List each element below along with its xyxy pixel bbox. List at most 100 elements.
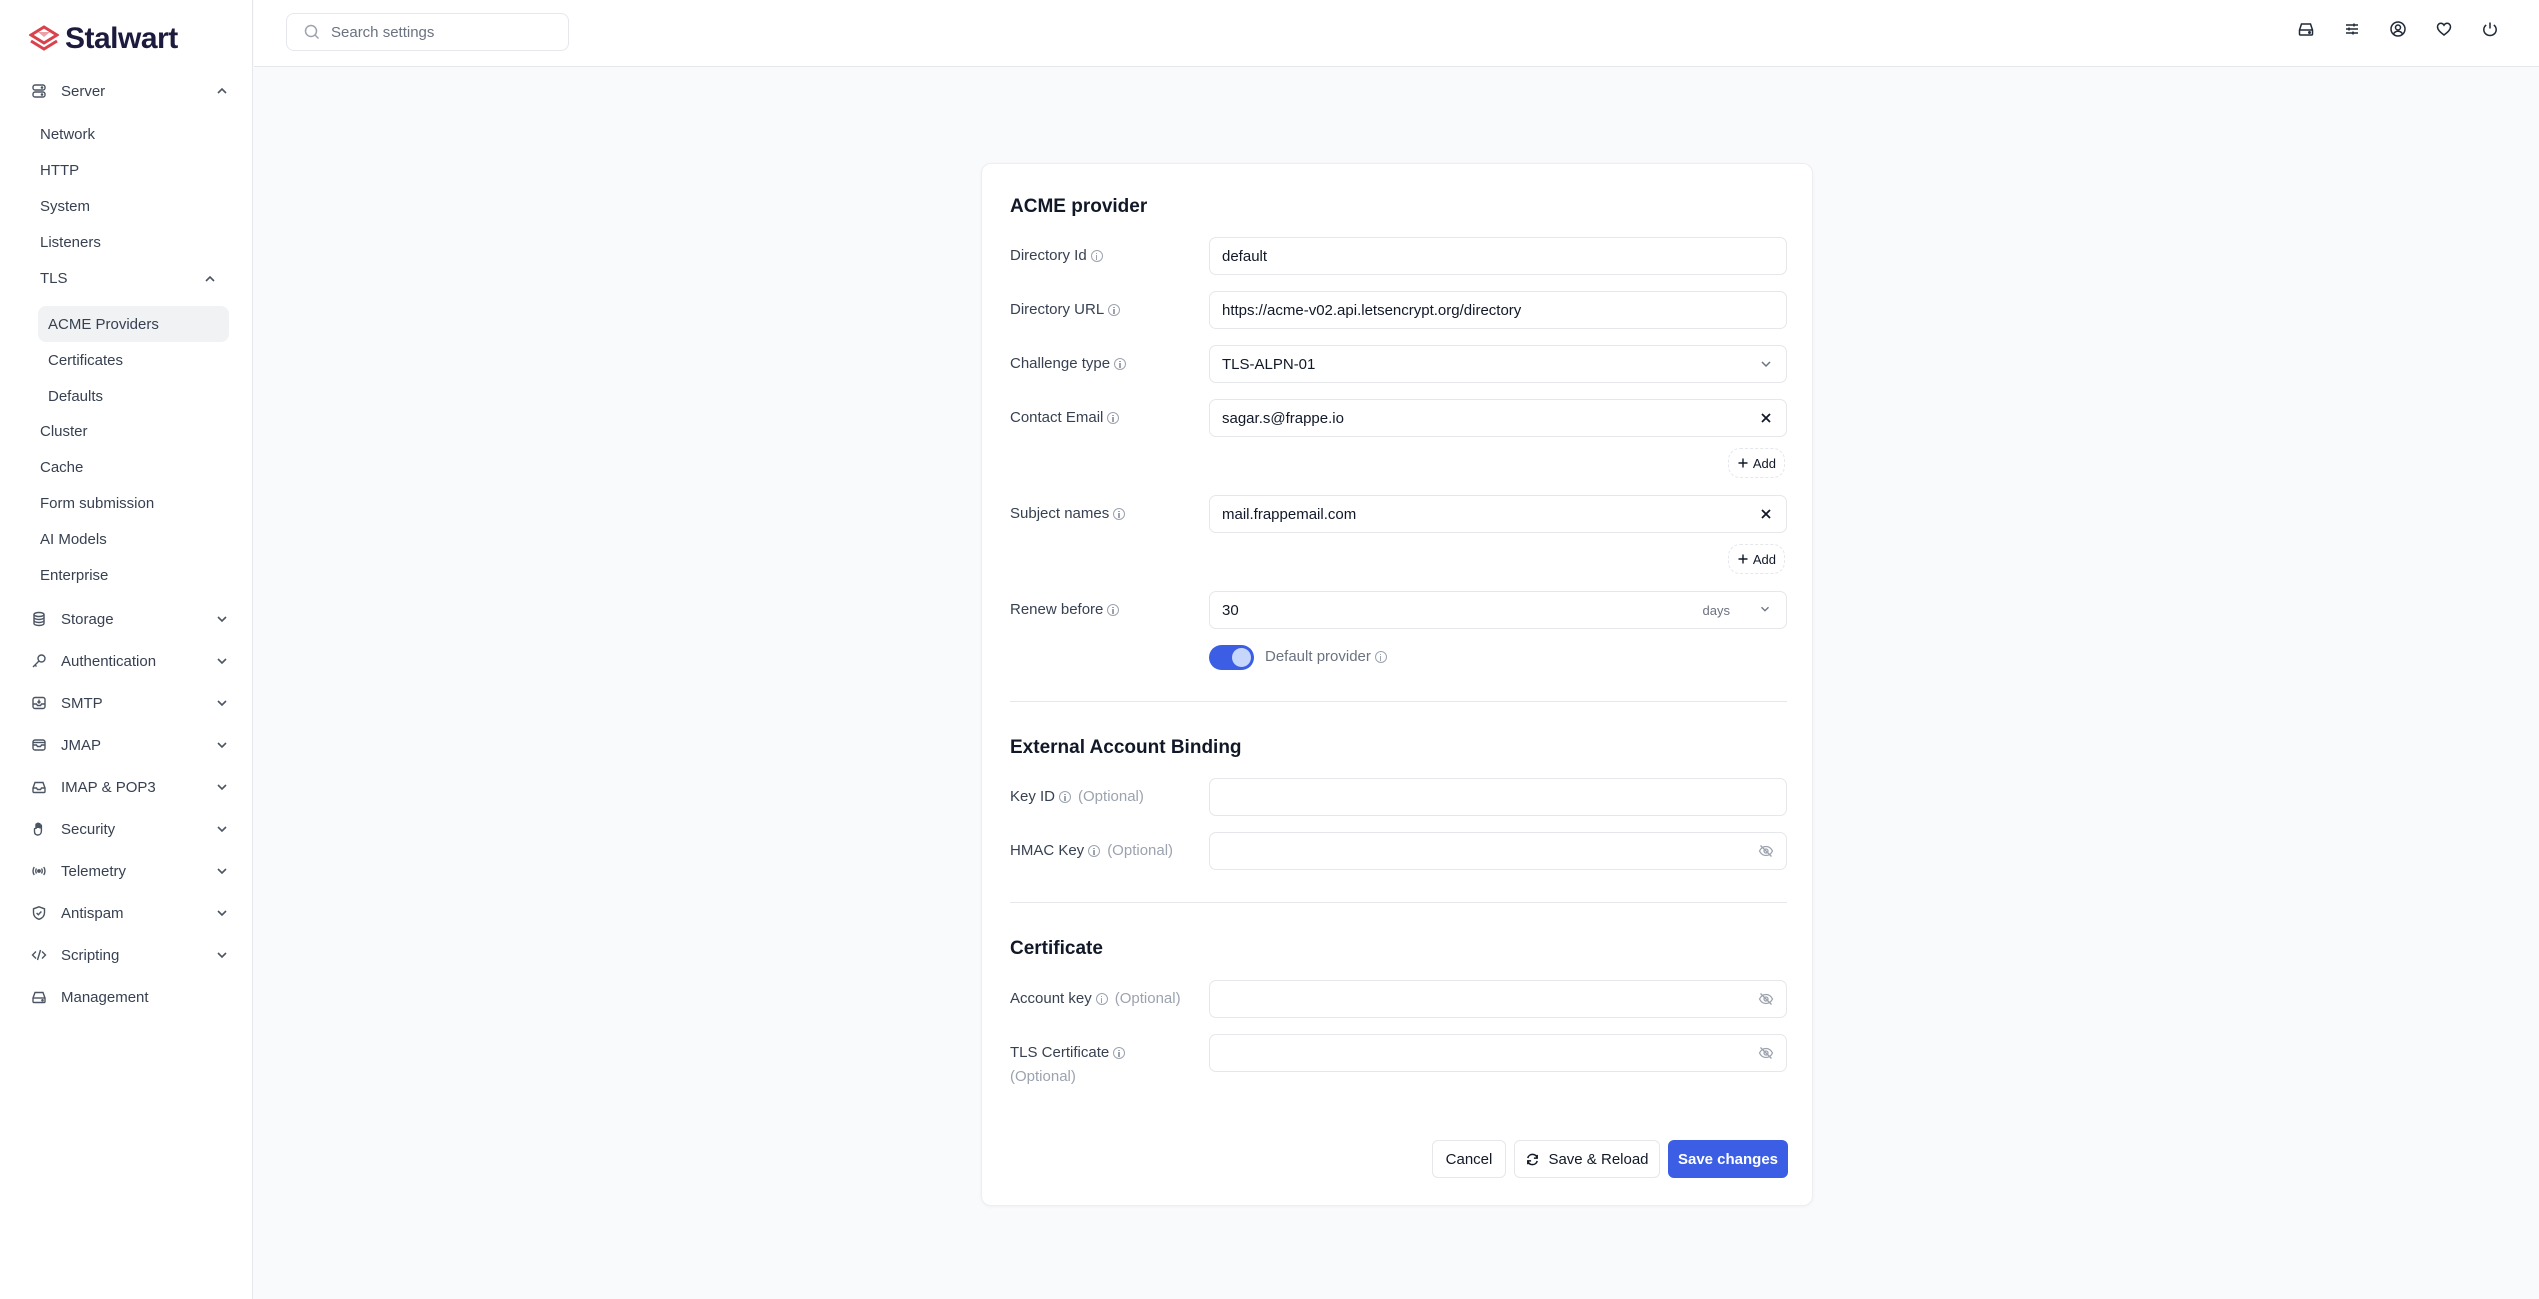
- renew-before-field[interactable]: days: [1209, 591, 1787, 629]
- header-actions: [2297, 20, 2539, 38]
- label-text: Account key: [1010, 990, 1092, 1007]
- sidebar-group-smtp[interactable]: SMTP: [30, 691, 230, 715]
- subject-names-field[interactable]: [1209, 495, 1787, 533]
- sidebar-item-cache[interactable]: Cache: [40, 459, 83, 476]
- storage-icon[interactable]: [2297, 20, 2315, 38]
- eye-off-icon[interactable]: [1758, 1045, 1774, 1061]
- account-key-input[interactable]: [1222, 990, 1750, 1008]
- hand-icon: [30, 820, 48, 838]
- sidebar: Stalwart Server Network HTTP System List…: [0, 0, 253, 1299]
- code-icon: [30, 946, 48, 964]
- logo[interactable]: Stalwart: [29, 22, 178, 56]
- directory-id-input[interactable]: [1222, 247, 1774, 265]
- add-label: Add: [1752, 551, 1776, 567]
- sidebar-item-network[interactable]: Network: [40, 126, 95, 143]
- search-box[interactable]: [286, 13, 569, 51]
- sidebar-group-authentication[interactable]: Authentication: [30, 649, 230, 673]
- sidebar-item-ai-models[interactable]: AI Models: [40, 531, 107, 548]
- server-icon: [30, 82, 48, 100]
- info-icon[interactable]: [1113, 507, 1126, 520]
- sidebar-item-listeners[interactable]: Listeners: [40, 234, 101, 251]
- sidebar-item-http[interactable]: HTTP: [40, 162, 79, 179]
- add-contact-email-button[interactable]: Add: [1727, 448, 1785, 478]
- directory-url-input[interactable]: [1222, 301, 1774, 319]
- sidebar-group-label: Management: [61, 988, 149, 1006]
- sidebar-group-scripting[interactable]: Scripting: [30, 943, 230, 967]
- label-text: Key ID: [1010, 788, 1056, 805]
- hmac-key-input[interactable]: [1222, 842, 1750, 860]
- sidebar-item-acme-providers[interactable]: ACME Providers: [38, 306, 229, 342]
- info-icon[interactable]: [1090, 249, 1103, 262]
- info-icon[interactable]: [1059, 790, 1072, 803]
- sidebar-group-imap-pop3[interactable]: IMAP & POP3: [30, 775, 230, 799]
- info-icon[interactable]: [1107, 603, 1120, 616]
- sidebar-group-telemetry[interactable]: Telemetry: [30, 859, 230, 883]
- sidebar-item-form-submission[interactable]: Form submission: [40, 495, 154, 512]
- sidebar-group-security[interactable]: Security: [30, 817, 230, 841]
- sidebar-group-label: Telemetry: [61, 862, 127, 880]
- tls-certificate-input[interactable]: [1222, 1044, 1750, 1062]
- hmac-key-field[interactable]: [1209, 832, 1787, 870]
- sidebar-item-system[interactable]: System: [40, 198, 90, 215]
- heart-icon[interactable]: [2435, 20, 2453, 38]
- eye-off-icon[interactable]: [1758, 843, 1774, 859]
- cancel-button[interactable]: Cancel: [1432, 1140, 1506, 1178]
- info-icon[interactable]: [1113, 1046, 1126, 1059]
- label-text: Contact Email: [1010, 409, 1104, 426]
- account-key-field[interactable]: [1209, 980, 1787, 1018]
- refresh-icon: [1527, 1153, 1539, 1165]
- info-icon[interactable]: [1108, 303, 1121, 316]
- info-icon[interactable]: [1114, 357, 1127, 370]
- save-changes-button[interactable]: Save changes: [1668, 1140, 1788, 1178]
- search-input[interactable]: [331, 23, 551, 41]
- subject-names-input[interactable]: [1222, 505, 1750, 523]
- label-text: Default provider: [1265, 648, 1371, 665]
- optional-tag: (Optional): [1114, 990, 1181, 1007]
- sidebar-item-defaults[interactable]: Defaults: [38, 378, 229, 414]
- drive-icon: [30, 988, 48, 1006]
- renew-unit-select[interactable]: days: [1703, 603, 1730, 618]
- save-reload-button[interactable]: Save & Reload: [1514, 1140, 1660, 1178]
- account-icon[interactable]: [2389, 20, 2407, 38]
- add-subject-name-button[interactable]: Add: [1727, 544, 1785, 574]
- sidebar-group-storage[interactable]: Storage: [30, 607, 230, 631]
- close-icon[interactable]: [1758, 506, 1774, 522]
- sidebar-group-server[interactable]: Server: [30, 79, 230, 103]
- label-text: HMAC Key: [1010, 842, 1085, 859]
- chevron-down-icon[interactable]: [1758, 602, 1774, 618]
- chevron-down-icon: [214, 779, 230, 795]
- sidebar-group-jmap[interactable]: JMAP: [30, 733, 230, 757]
- chevron-down-icon: [214, 863, 230, 879]
- database-icon: [30, 610, 48, 628]
- sidebar-item-tls[interactable]: TLS: [40, 270, 218, 287]
- contact-email-field[interactable]: [1209, 399, 1787, 437]
- info-icon[interactable]: [1095, 992, 1108, 1005]
- directory-id-field[interactable]: [1209, 237, 1787, 275]
- close-icon[interactable]: [1758, 410, 1774, 426]
- sliders-icon[interactable]: [2343, 20, 2361, 38]
- key-id-input[interactable]: [1222, 788, 1774, 806]
- power-icon[interactable]: [2481, 20, 2499, 38]
- challenge-type-select[interactable]: TLS-ALPN-01: [1209, 345, 1787, 383]
- renew-before-label: Renew before: [1010, 601, 1120, 618]
- sidebar-item-cluster[interactable]: Cluster: [40, 423, 88, 440]
- renew-before-input[interactable]: [1222, 601, 1703, 619]
- key-id-field[interactable]: [1209, 778, 1787, 816]
- directory-url-field[interactable]: [1209, 291, 1787, 329]
- sidebar-group-antispam[interactable]: Antispam: [30, 901, 230, 925]
- sidebar-item-enterprise[interactable]: Enterprise: [40, 567, 108, 584]
- contact-email-input[interactable]: [1222, 409, 1750, 427]
- key-id-label: Key ID (Optional): [1010, 788, 1144, 805]
- info-icon[interactable]: [1088, 844, 1101, 857]
- info-icon[interactable]: [1374, 650, 1387, 663]
- sidebar-group-management[interactable]: Management: [30, 985, 230, 1009]
- challenge-type-value: TLS-ALPN-01: [1222, 355, 1316, 373]
- tls-certificate-field[interactable]: [1209, 1034, 1787, 1072]
- sidebar-item-certificates[interactable]: Certificates: [38, 342, 229, 378]
- info-icon[interactable]: [1107, 411, 1120, 424]
- label-text: Subject names: [1010, 505, 1110, 522]
- eye-off-icon[interactable]: [1758, 991, 1774, 1007]
- default-provider-toggle[interactable]: [1209, 645, 1254, 670]
- label-text: Challenge type: [1010, 355, 1111, 372]
- signal-icon: [30, 862, 48, 880]
